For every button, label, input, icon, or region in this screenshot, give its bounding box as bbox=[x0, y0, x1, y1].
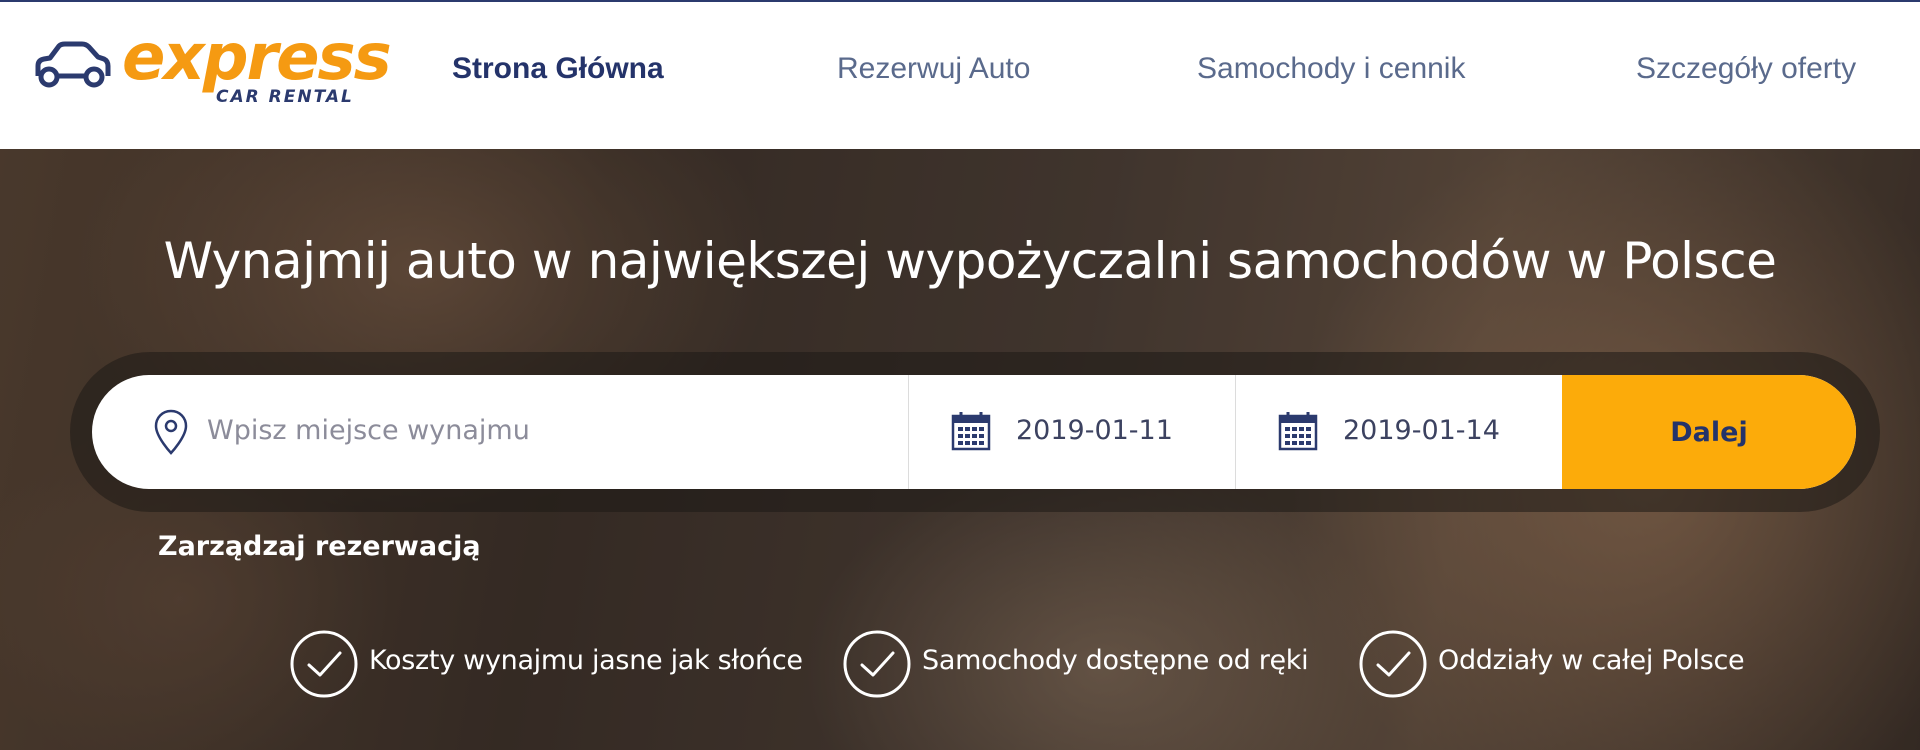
car-outline-icon bbox=[32, 38, 112, 95]
next-button[interactable]: Dalej bbox=[1562, 375, 1856, 489]
location-input[interactable] bbox=[207, 407, 857, 453]
pickup-date-field[interactable]: 2019-01-11 bbox=[909, 375, 1236, 489]
calendar-icon bbox=[951, 411, 991, 456]
brand-wordmark: express bbox=[122, 21, 392, 95]
hero-section: Wynajmij auto w największej wypożyczalni… bbox=[0, 149, 1920, 750]
check-circle-icon bbox=[289, 629, 359, 704]
nav-book-car[interactable]: Rezerwuj Auto bbox=[837, 52, 1030, 86]
search-form: 2019-01-11 2019-01-14 Dalej bbox=[92, 375, 1856, 489]
return-date-field[interactable]: 2019-01-14 bbox=[1236, 375, 1562, 489]
check-circle-icon bbox=[842, 629, 912, 704]
pickup-date-value[interactable]: 2019-01-11 bbox=[1016, 415, 1173, 446]
feature-text: Koszty wynajmu jasne jak słońce bbox=[369, 645, 803, 676]
feature-text: Oddziały w całej Polsce bbox=[1438, 645, 1745, 676]
location-field bbox=[92, 375, 909, 489]
brand-logo[interactable]: express CAR RENTAL bbox=[32, 21, 392, 112]
check-circle-icon bbox=[1358, 629, 1428, 704]
nav-cars-pricing[interactable]: Samochody i cennik bbox=[1197, 52, 1465, 86]
site-header: express CAR RENTAL Strona Główna Rezerwu… bbox=[0, 0, 1920, 149]
manage-reservation-link[interactable]: Zarządzaj rezerwacją bbox=[158, 531, 481, 562]
feature-text: Samochody dostępne od ręki bbox=[922, 645, 1309, 676]
nav-home[interactable]: Strona Główna bbox=[452, 52, 664, 86]
nav-offer-details[interactable]: Szczegóły oferty bbox=[1636, 52, 1856, 86]
return-date-value[interactable]: 2019-01-14 bbox=[1343, 415, 1500, 446]
hero-title: Wynajmij auto w największej wypożyczalni… bbox=[163, 232, 1777, 290]
calendar-icon bbox=[1278, 411, 1318, 456]
brand-subtitle: CAR RENTAL bbox=[216, 87, 354, 107]
location-pin-icon bbox=[154, 409, 188, 460]
